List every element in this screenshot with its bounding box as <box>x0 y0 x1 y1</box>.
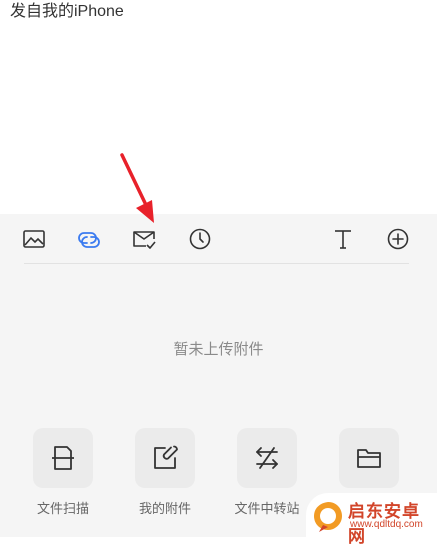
image-icon[interactable] <box>21 226 47 252</box>
red-annotation-arrow <box>120 153 154 223</box>
my-attachments-button[interactable]: 我的附件 <box>127 428 203 517</box>
attachment-link-icon[interactable] <box>76 226 102 252</box>
watermark-logo-icon <box>314 502 342 532</box>
file-scan-tile[interactable] <box>33 428 93 488</box>
transfer-icon <box>256 447 278 469</box>
clock-icon[interactable] <box>187 226 213 252</box>
empty-attachments-text: 暂未上传附件 <box>173 341 264 358</box>
toolbar-divider <box>24 263 409 264</box>
file-transfer-label: 文件中转站 <box>234 501 300 516</box>
watermark-url: www.qdltdq.com <box>350 519 423 530</box>
compose-toolbar <box>0 214 437 264</box>
folder-tile[interactable] <box>339 428 399 488</box>
folder-button[interactable] <box>331 428 407 498</box>
compose-area[interactable]: 发自我的iPhone <box>0 0 437 214</box>
add-circle-icon[interactable] <box>385 226 411 252</box>
my-attachments-tile[interactable] <box>135 428 195 488</box>
scan-document-icon <box>52 446 74 470</box>
folder-icon <box>357 449 381 468</box>
email-signature[interactable]: 发自我的iPhone <box>10 0 124 21</box>
file-transfer-button[interactable]: 文件中转站 <box>229 428 305 517</box>
edit-attachment-icon <box>154 445 178 469</box>
my-attachments-label: 我的附件 <box>138 501 191 516</box>
file-transfer-tile[interactable] <box>237 428 297 488</box>
file-scan-label: 文件扫描 <box>36 501 89 516</box>
attachment-panel: 暂未上传附件 文件扫描 我的附件 文件中转站 <box>0 214 437 537</box>
watermark: 启东安卓网 www.qdltdq.com <box>306 493 437 546</box>
text-format-icon[interactable] <box>330 226 356 252</box>
file-scan-button[interactable]: 文件扫描 <box>25 428 101 517</box>
